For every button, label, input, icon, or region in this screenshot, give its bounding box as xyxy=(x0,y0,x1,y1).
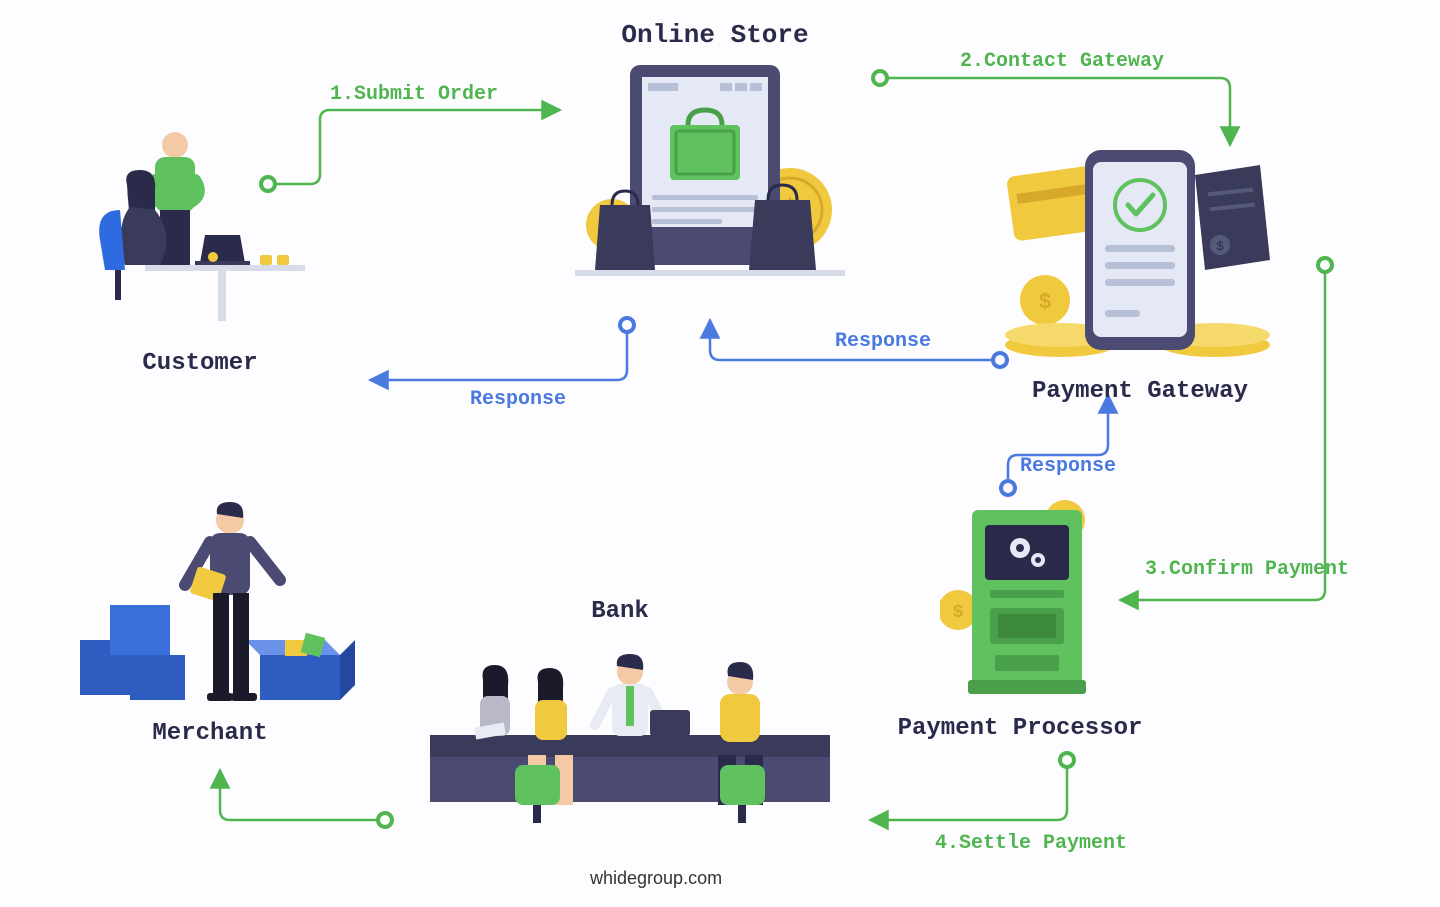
flow-label-response-gateway: Response xyxy=(835,330,931,353)
svg-text:$: $ xyxy=(1216,239,1224,254)
node-label-bank: Bank xyxy=(560,598,680,625)
footer-attribution: whidegroup.com xyxy=(590,868,722,889)
svg-text:$: $ xyxy=(953,603,964,623)
node-label-payment-gateway: Payment Gateway xyxy=(1000,378,1280,405)
flow-label-submit-order: 1.Submit Order xyxy=(330,83,498,106)
flow-label-contact-gateway: 2.Contact Gateway xyxy=(960,50,1164,73)
customer-illustration xyxy=(85,125,315,345)
payment-gateway-illustration: $ $ xyxy=(1000,150,1280,375)
flow-label-settle-payment: 4.Settle Payment xyxy=(935,832,1127,855)
svg-text:$: $ xyxy=(1038,290,1051,315)
node-label-customer: Customer xyxy=(110,350,290,377)
online-store-illustration: $ xyxy=(560,55,860,295)
merchant-illustration xyxy=(75,490,355,730)
svg-text:$: $ xyxy=(780,195,800,233)
node-label-merchant: Merchant xyxy=(110,720,310,747)
flow-label-response-store: Response xyxy=(470,388,566,411)
node-label-online-store: Online Store xyxy=(590,20,840,50)
node-label-payment-processor: Payment Processor xyxy=(870,715,1170,742)
diagram-canvas: $ $ $ xyxy=(0,0,1440,907)
bank-illustration xyxy=(420,630,840,830)
flow-label-response-processor: Response xyxy=(1020,455,1116,478)
connectors xyxy=(0,0,1440,907)
svg-text:$: $ xyxy=(1060,513,1071,533)
payment-processor-illustration: $ $ xyxy=(940,490,1140,710)
flow-label-confirm-payment: 3.Confirm Payment xyxy=(1145,558,1349,581)
